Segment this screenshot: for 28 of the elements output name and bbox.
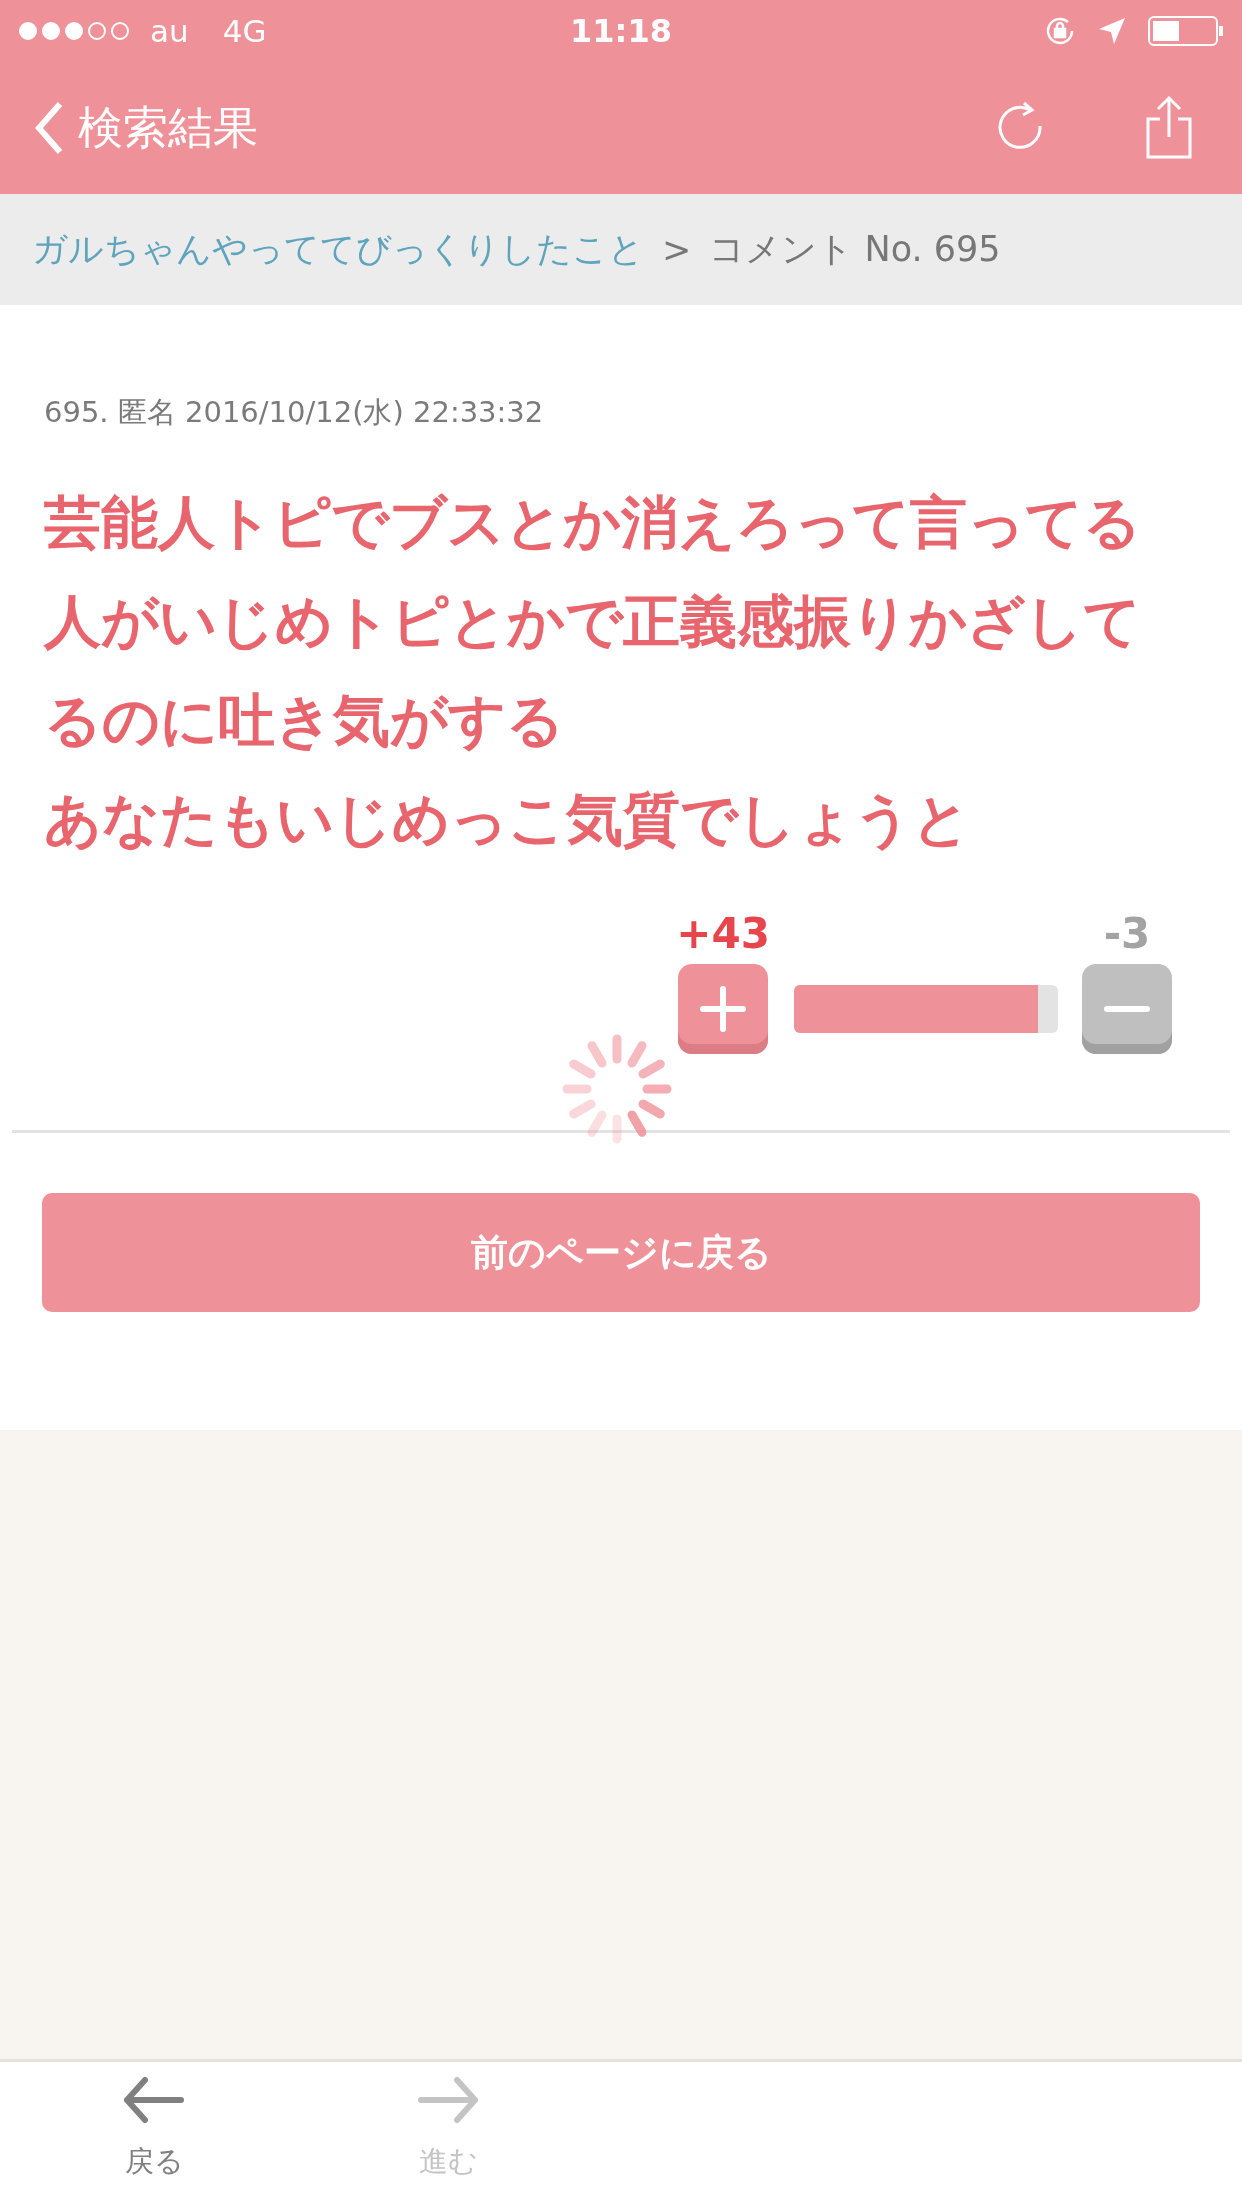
loading-spinner-icon [562,1034,672,1144]
arrow-right-icon [417,2076,479,2124]
topic-link[interactable]: ガルちゃんやっててびっくりしたこと [32,226,644,273]
breadcrumb-separator: > [662,229,692,270]
rotation-lock-icon [1044,15,1076,47]
breadcrumb-current: コメント No. 695 [709,228,1001,271]
comment-text-line: るのに吐き気がする [44,686,565,755]
minus-icon [1104,1004,1150,1014]
back-nav-button[interactable]: 検索結果 [34,98,258,158]
comment-meta: 695. 匿名 2016/10/12(水) 22:33:32 [44,394,545,431]
comment-text-line: 人がいじめトピとかで正義感振りかざして [44,587,1142,656]
previous-page-button[interactable]: 前のページに戻る [42,1193,1200,1312]
plus-count: +43 [676,909,770,958]
minus-count: -3 [1103,909,1151,958]
carrier-label: au [150,13,189,49]
plus-vote-button[interactable] [678,964,769,1054]
comment-text-line: 芸能人トピでブスとか消えろって言ってる [44,488,1142,557]
minus-vote-button[interactable] [1082,964,1172,1054]
plus-icon [700,986,747,1032]
toolbar-button[interactable]: 戻る [106,2062,202,2208]
chevron-left-icon [34,100,64,156]
battery-icon [1148,15,1224,47]
comment-text-line: あなたもいじめっこ気質でしょうと [44,785,971,854]
network-label: 4G [222,13,267,49]
share-icon[interactable] [1144,95,1194,161]
location-icon [1098,17,1126,45]
arrow-left-icon [123,2076,185,2124]
status-time: 11:18 [570,12,672,50]
